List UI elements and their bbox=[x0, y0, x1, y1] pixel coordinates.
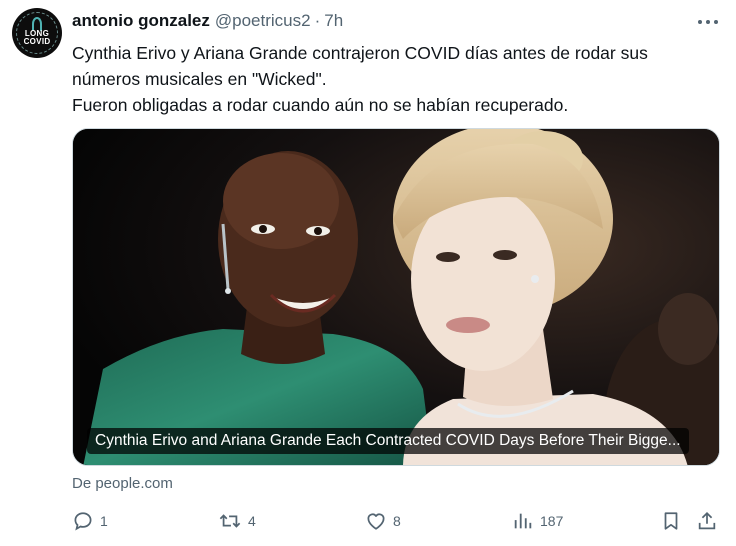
card-source-link[interactable]: De people.com bbox=[72, 475, 173, 492]
card-image bbox=[73, 129, 719, 465]
avatar[interactable]: LONG COVID bbox=[12, 8, 62, 58]
like-button[interactable]: 8 bbox=[365, 508, 401, 534]
bookmark-icon bbox=[660, 510, 682, 532]
reply-button[interactable]: 1 bbox=[72, 508, 108, 534]
author-name[interactable]: antonio gonzalez bbox=[72, 11, 210, 31]
tweet: LONG COVID antonio gonzalez @poetricus2 … bbox=[0, 0, 736, 546]
heart-icon bbox=[365, 510, 387, 532]
tweet-header: antonio gonzalez @poetricus2 · 7h bbox=[72, 11, 343, 33]
more-dot-icon bbox=[714, 20, 718, 24]
share-button[interactable] bbox=[696, 508, 718, 534]
more-dot-icon bbox=[698, 20, 702, 24]
share-icon bbox=[696, 510, 718, 532]
views-icon bbox=[512, 510, 534, 532]
more-dot-icon bbox=[706, 20, 710, 24]
retweet-icon bbox=[218, 510, 242, 532]
action-bar: 1 4 8 187 bbox=[72, 508, 720, 534]
timestamp[interactable]: 7h bbox=[324, 11, 343, 31]
tweet-text-line: Fueron obligadas a rodar cuando aún no s… bbox=[72, 95, 569, 115]
link-card[interactable]: Cynthia Erivo and Ariana Grande Each Con… bbox=[72, 128, 720, 466]
more-options-button[interactable] bbox=[696, 12, 720, 32]
like-count: 8 bbox=[393, 513, 401, 529]
retweet-count: 4 bbox=[248, 513, 256, 529]
bookmark-button[interactable] bbox=[660, 508, 682, 534]
tweet-text-line: Cynthia Erivo y Ariana Grande contrajero… bbox=[72, 43, 648, 63]
retweet-button[interactable]: 4 bbox=[218, 508, 256, 534]
tweet-text: Cynthia Erivo y Ariana Grande contrajero… bbox=[72, 40, 722, 118]
avatar-logo-line2: COVID bbox=[23, 37, 51, 46]
reply-count: 1 bbox=[100, 513, 108, 529]
author-handle[interactable]: @poetricus2 bbox=[215, 11, 311, 31]
reply-icon bbox=[72, 510, 94, 532]
tweet-text-line: números musicales en "Wicked". bbox=[72, 69, 327, 89]
views-button[interactable]: 187 bbox=[512, 508, 563, 534]
card-headline: Cynthia Erivo and Ariana Grande Each Con… bbox=[87, 428, 689, 454]
separator-dot: · bbox=[314, 11, 321, 30]
views-count: 187 bbox=[540, 513, 564, 529]
